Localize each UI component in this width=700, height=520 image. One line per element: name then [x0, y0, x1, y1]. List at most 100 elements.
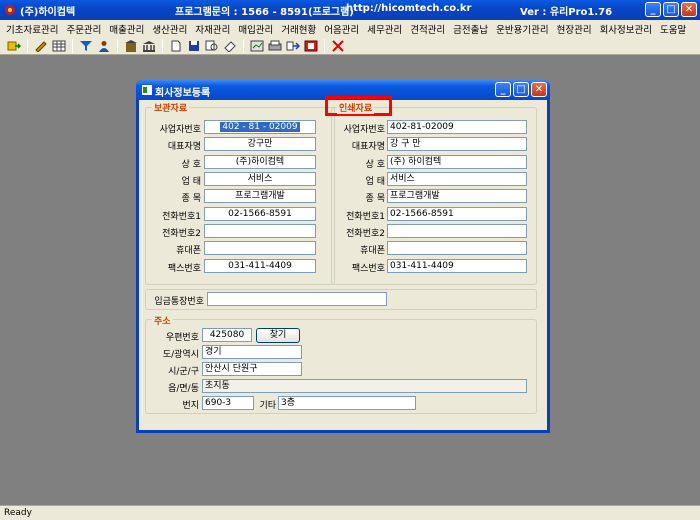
postcode-label: 우편번호	[165, 333, 199, 343]
print-mobile-field[interactable]	[387, 241, 527, 255]
bank-icon[interactable]	[141, 38, 157, 53]
menu-item-orders[interactable]: 주문관리	[62, 22, 105, 36]
print-fax-label: 팩스번호	[351, 264, 385, 274]
menu-item-help[interactable]: 도움말	[656, 22, 690, 36]
menu-item-transactions[interactable]: 거래현황	[277, 22, 320, 36]
person-icon[interactable]	[96, 38, 112, 53]
building-icon[interactable]	[123, 38, 139, 53]
cancel-icon[interactable]	[330, 38, 346, 53]
print-ceo-label: 대표자명	[351, 142, 385, 152]
town-field[interactable]: 초지동	[202, 379, 527, 393]
city-field[interactable]: 안산시 단원구	[202, 362, 302, 376]
dialog-close-button[interactable]: ✕	[531, 82, 547, 97]
menu-item-cashbook[interactable]: 금전출납	[449, 22, 492, 36]
print-phone2-label: 전화번호2	[346, 229, 385, 239]
print-biztype-label: 업 태	[365, 177, 385, 187]
dialog-minimize-button[interactable]: _	[495, 82, 511, 97]
menu-item-materials[interactable]: 자재관리	[191, 22, 234, 36]
storage-company-field[interactable]: (주)하이컴텍	[204, 155, 316, 169]
app-logo-icon	[5, 5, 15, 15]
storage-fax-label: 팩스번호	[167, 264, 201, 274]
storage-mobile-field[interactable]	[204, 241, 316, 255]
deposit-label: 입금통장번호	[154, 297, 204, 307]
storage-ceo-field[interactable]: 강구만	[204, 137, 316, 151]
menu-item-production[interactable]: 생산관리	[148, 22, 191, 36]
menu-item-bills[interactable]: 어음관리	[320, 22, 363, 36]
print-fax-field[interactable]: 031-411-4409	[387, 259, 527, 273]
etc-label: 기타	[259, 401, 276, 411]
save-icon[interactable]	[186, 38, 202, 53]
storage-mobile-label: 휴대폰	[176, 246, 201, 256]
minimize-button[interactable]: _	[645, 2, 661, 17]
contact-info: 프로그램문의 : 1566 - 8591(프로그램)	[175, 7, 354, 18]
menu-item-sales[interactable]: 매출관리	[105, 22, 148, 36]
new-doc-icon[interactable]	[168, 38, 184, 53]
app-title: (주)하이컴텍	[20, 7, 76, 18]
menu-item-purchases[interactable]: 매입관리	[234, 22, 277, 36]
storage-bizitem-label: 종 목	[181, 194, 201, 204]
print-company-label: 상 호	[365, 160, 385, 170]
print-ceo-field[interactable]: 강 구 만	[387, 137, 527, 151]
print-phone1-field[interactable]: 02-1566-8591	[387, 207, 527, 221]
print-bizno-field[interactable]: 402-81-02009	[387, 120, 527, 134]
storage-phone1-label: 전화번호1	[162, 212, 201, 222]
menu-item-tax[interactable]: 세무관리	[363, 22, 406, 36]
province-label: 도/광역시	[162, 350, 199, 360]
storage-phone2-label: 전화번호2	[162, 229, 201, 239]
menu-item-estimates[interactable]: 견적관리	[406, 22, 449, 36]
print-biztype-field[interactable]: 서비스	[387, 172, 527, 186]
print-phone2-field[interactable]	[387, 224, 527, 238]
menu-bar: 기초자료관리 주문관리 매출관리 생산관리 자재관리 매입관리 거래현황 어음관…	[0, 20, 700, 37]
storage-bizno-label: 사업자번호	[159, 125, 201, 135]
lot-field[interactable]: 690-3	[202, 396, 254, 410]
storage-ceo-label: 대표자명	[167, 142, 201, 152]
close-button[interactable]: ✕	[681, 2, 697, 17]
deposit-account-field[interactable]	[207, 292, 387, 306]
pencil-icon[interactable]	[33, 38, 49, 53]
website-text: http://hicomtech.co.kr	[346, 3, 472, 14]
print-bizitem-field[interactable]: 프로그램개발	[387, 189, 527, 203]
stop-icon[interactable]	[303, 38, 319, 53]
print-preview-icon[interactable]	[204, 38, 220, 53]
storage-biztype-field[interactable]: 서비스	[204, 172, 316, 186]
storage-biztype-label: 업 태	[181, 177, 201, 187]
storage-phone1-field[interactable]: 02-1566-8591	[204, 207, 316, 221]
grid-icon[interactable]	[51, 38, 67, 53]
dialog-app-icon	[142, 85, 152, 95]
print-bizitem-label: 종 목	[365, 194, 385, 204]
address-group-title: 주소	[152, 314, 173, 327]
print-group-title: 인쇄자료	[337, 101, 375, 114]
toolbar	[0, 37, 700, 55]
filter-icon[interactable]	[78, 38, 94, 53]
province-field[interactable]: 경기	[202, 345, 302, 359]
storage-bizno-field[interactable]: 402 - 81 - 02009	[204, 120, 316, 134]
print-mobile-label: 휴대폰	[360, 246, 385, 256]
dialog-body: 보관자료 사업자번호 402 - 81 - 02009 대표자명 강구만 상 호…	[139, 96, 547, 430]
storage-phone2-field[interactable]	[204, 224, 316, 238]
lot-label: 번지	[182, 401, 199, 411]
print-bizno-label: 사업자번호	[343, 125, 385, 135]
report-icon[interactable]	[249, 38, 265, 53]
storage-fax-field[interactable]: 031-411-4409	[204, 259, 316, 273]
eraser-icon[interactable]	[222, 38, 238, 53]
export-icon[interactable]	[285, 38, 301, 53]
postcode-field[interactable]: 425080	[202, 328, 252, 342]
menu-item-sites[interactable]: 현장관리	[553, 22, 596, 36]
menu-item-containers[interactable]: 운반용기관리	[492, 22, 552, 36]
company-info-dialog: 회사정보등록 _ □ ✕ 보관자료 사업자번호 402 - 81 - 02009…	[136, 80, 550, 433]
maximize-button[interactable]: □	[663, 2, 679, 17]
print-company-field[interactable]: (주) 하이컴텍	[387, 155, 527, 169]
menu-item-basic-data[interactable]: 기초자료관리	[2, 22, 62, 36]
storage-company-label: 상 호	[181, 160, 201, 170]
menu-item-company-info[interactable]: 회사정보관리	[596, 22, 656, 36]
dialog-maximize-button[interactable]: □	[513, 82, 529, 97]
etc-field[interactable]: 3층	[278, 396, 416, 410]
storage-bizitem-field[interactable]: 프로그램개발	[204, 189, 316, 203]
city-label: 시/군/구	[168, 367, 199, 377]
find-postcode-button[interactable]: 찾기	[256, 328, 300, 343]
print-phone1-label: 전화번호1	[346, 212, 385, 222]
storage-group-title: 보관자료	[152, 101, 190, 114]
exit-icon[interactable]	[6, 38, 22, 53]
dialog-title: 회사정보등록	[155, 88, 211, 99]
printer-icon[interactable]	[267, 38, 283, 53]
